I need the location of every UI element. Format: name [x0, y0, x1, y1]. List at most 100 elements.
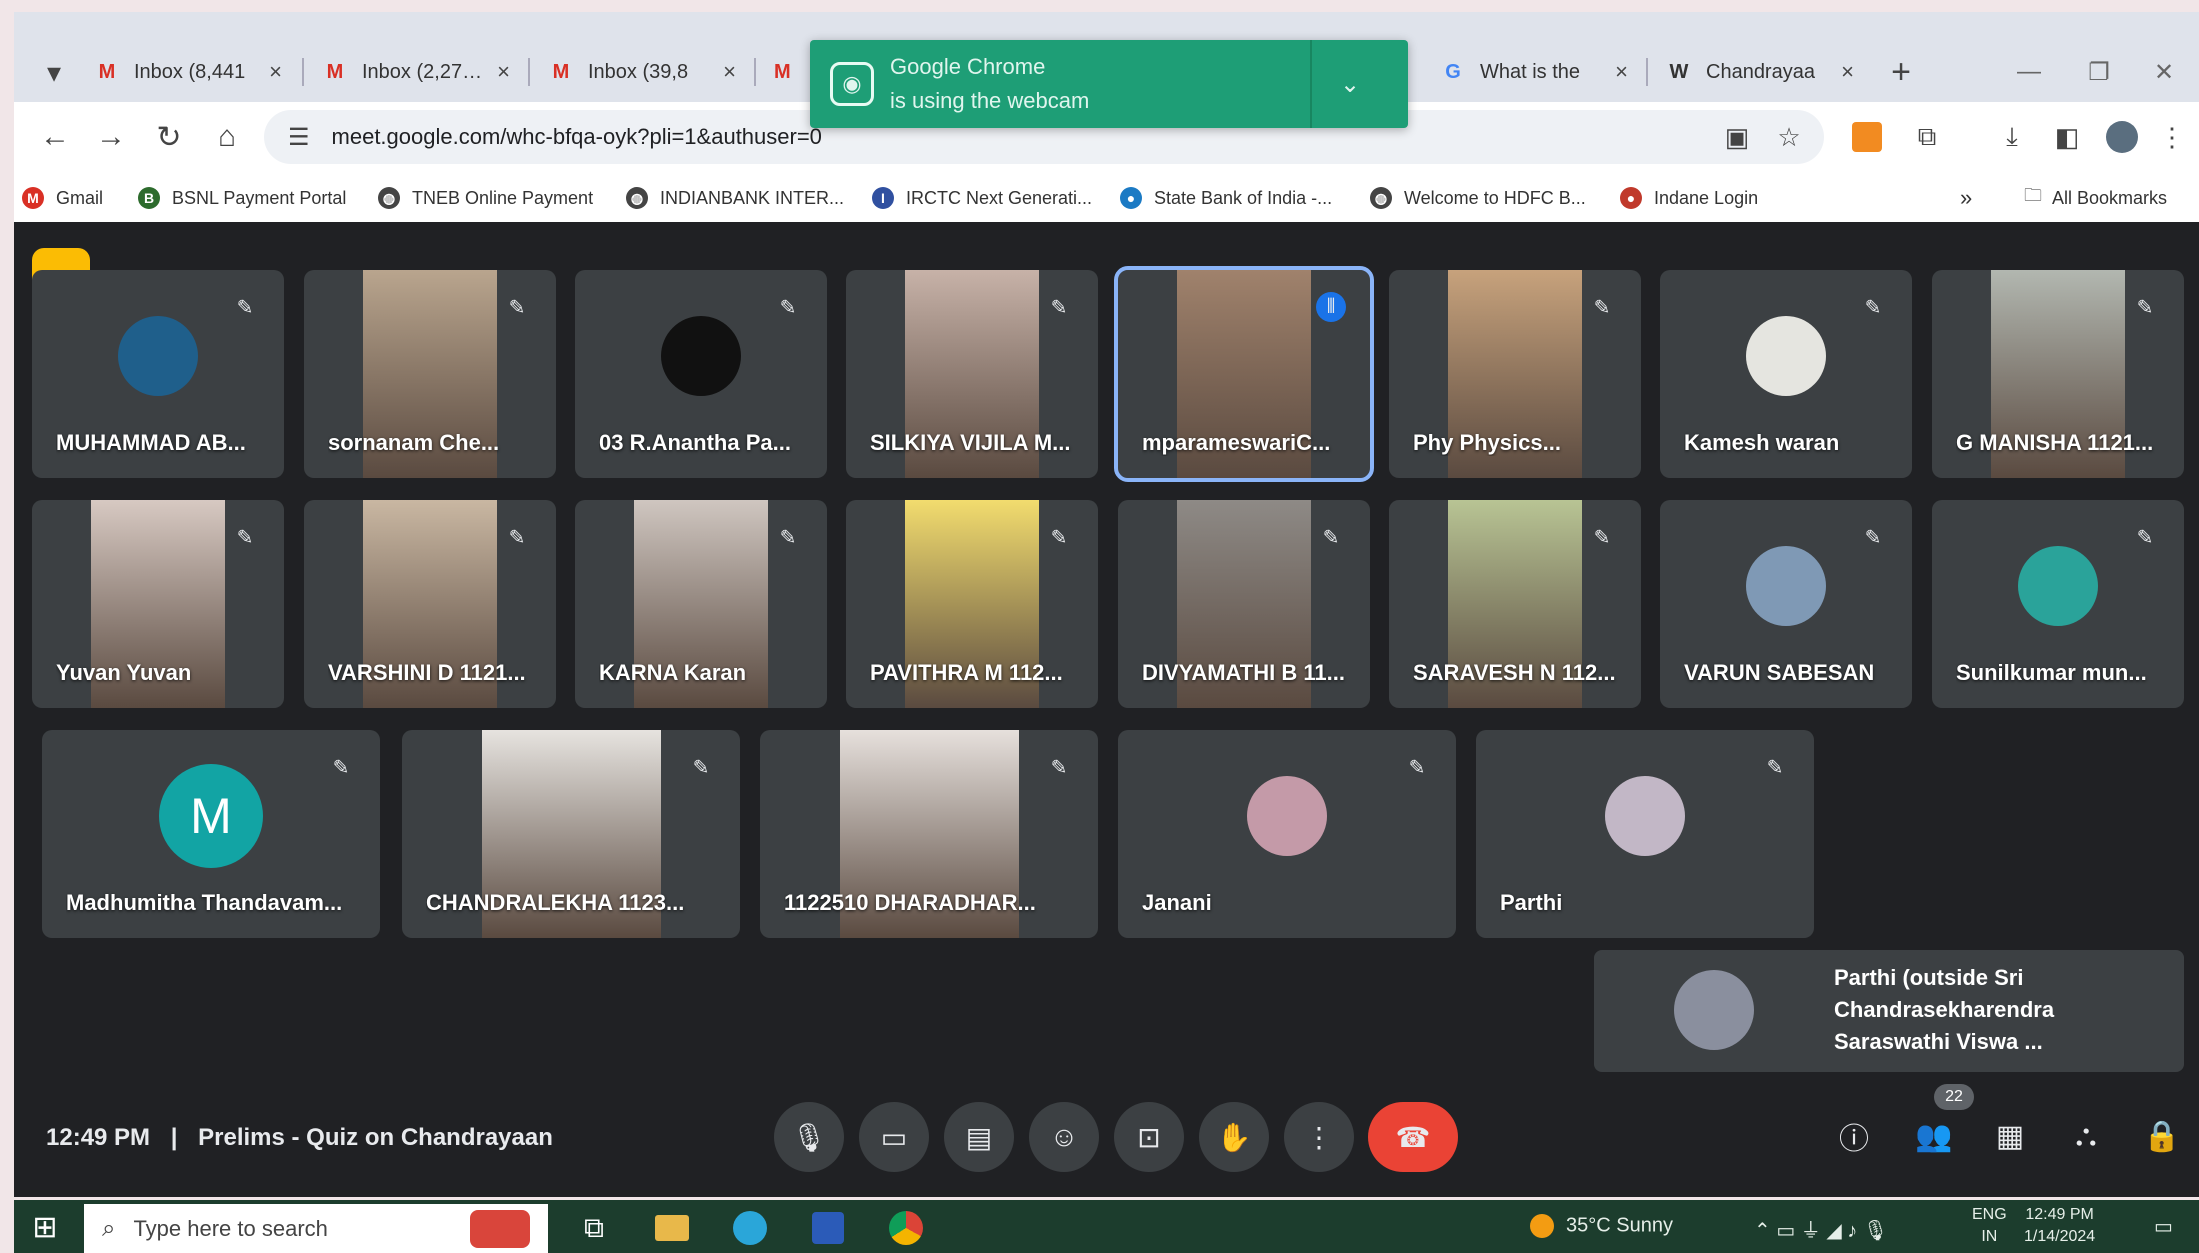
participant-tile[interactable]: ✎ CHANDRALEKHA 1123...: [402, 730, 740, 938]
bookmark-indianbank[interactable]: ◍ INDIANBANK INTER...: [626, 182, 844, 214]
bookmark-sbi[interactable]: ● State Bank of India -...: [1120, 182, 1332, 214]
participant-tile[interactable]: ✎ MUHAMMAD AB...: [32, 270, 284, 478]
mic-off-icon: ✎: [1408, 756, 1426, 779]
language-indicator[interactable]: ENG IN: [1972, 1204, 2007, 1248]
tab-wikipedia[interactable]: W Chandrayaa ×: [1650, 42, 1870, 102]
participant-tile[interactable]: ✎ Yuvan Yuvan: [32, 500, 284, 708]
participant-tile[interactable]: ✎ 1122510 DHARADHAR...: [760, 730, 1098, 938]
all-bookmarks-button[interactable]: 🗀 All Bookmarks: [2024, 182, 2167, 214]
activities-button[interactable]: ⛬: [2058, 1108, 2114, 1164]
participant-count-badge: 22: [1934, 1084, 1974, 1110]
activities-icon: ⛬: [2075, 1119, 2097, 1152]
home-icon[interactable]: ⌂: [204, 114, 250, 160]
tray-icons[interactable]: ⌃ ▭ ⏚ ◢ ♪ 🎙: [1754, 1214, 1888, 1243]
participant-tile[interactable]: ⦀ mparameswariC...: [1114, 266, 1374, 482]
camera-in-use-icon[interactable]: ▣: [1714, 114, 1760, 160]
chat-button[interactable]: ▦: [1982, 1108, 2038, 1164]
extension-icon[interactable]: [1844, 114, 1890, 160]
meeting-title[interactable]: Prelims - Quiz on Chandrayaan: [198, 1124, 553, 1151]
edge-icon[interactable]: [730, 1208, 770, 1248]
present-button[interactable]: ⊡: [1114, 1102, 1184, 1172]
participant-tile[interactable]: ✎ Kamesh waran: [1660, 270, 1912, 478]
bookmark-tneb[interactable]: ◍ TNEB Online Payment: [378, 182, 593, 214]
wikipedia-icon: W: [1669, 60, 1689, 83]
chevron-down-icon[interactable]: ⌄: [1340, 70, 1360, 99]
taskbar-search[interactable]: ⌕ Type here to search: [84, 1204, 548, 1253]
weather-text: 35°C Sunny: [1566, 1214, 1673, 1237]
participant-tile[interactable]: M ✎ Madhumitha Thandavam...: [42, 730, 380, 938]
taskbar-clock[interactable]: 12:49 PM 1/14/2024: [2024, 1204, 2095, 1248]
participant-tile[interactable]: ✎ Parthi: [1476, 730, 1814, 938]
bookmark-hdfc[interactable]: ◍ Welcome to HDFC B...: [1370, 182, 1586, 214]
participant-tile[interactable]: ✎ SARAVESH N 112...: [1389, 500, 1641, 708]
close-icon[interactable]: ×: [497, 59, 510, 85]
tab-gmail-3[interactable]: M Inbox (39,8 ×: [532, 42, 752, 102]
globe-icon: ◍: [626, 187, 648, 209]
mic-off-icon: ✎: [779, 526, 797, 549]
tab-gmail-4[interactable]: M: [758, 42, 818, 102]
host-controls-button[interactable]: 🔒: [2134, 1108, 2190, 1164]
side-panel-icon[interactable]: ◧: [2044, 114, 2090, 160]
file-explorer-icon[interactable]: [652, 1208, 692, 1248]
site-info-icon[interactable]: ☰: [288, 123, 310, 152]
minimize-icon[interactable]: —: [1994, 42, 2064, 102]
participant-tile[interactable]: ✎ VARUN SABESAN: [1660, 500, 1912, 708]
camera-button[interactable]: ▭: [859, 1102, 929, 1172]
participant-tile[interactable]: ✎ PAVITHRA M 112...: [846, 500, 1098, 708]
participant-tile[interactable]: ✎ 03 R.Anantha Pa...: [575, 270, 827, 478]
lang-text: ENG: [1972, 1206, 2007, 1223]
new-tab-button[interactable]: +: [1876, 42, 1926, 102]
leave-call-button[interactable]: ☎: [1368, 1102, 1458, 1172]
bookmark-gmail[interactable]: M Gmail: [22, 182, 103, 214]
close-icon[interactable]: ×: [269, 59, 282, 85]
more-options-button[interactable]: ⋮: [1284, 1102, 1354, 1172]
windows-start-icon[interactable]: ⊞: [28, 1210, 62, 1244]
menu-kebab-icon[interactable]: ⋮: [2149, 114, 2195, 160]
raise-hand-button[interactable]: ✋: [1199, 1102, 1269, 1172]
forward-icon[interactable]: →: [88, 114, 134, 160]
weather-widget[interactable]: 35°C Sunny: [1530, 1214, 1673, 1238]
download-icon[interactable]: ⤓: [1989, 114, 2035, 160]
tab-google-search[interactable]: G What is the ×: [1424, 42, 1644, 102]
self-view-tile[interactable]: Parthi (outside Sri Chandrasekharendra S…: [1594, 950, 2184, 1072]
participant-tile[interactable]: ✎ sornanam Che...: [304, 270, 556, 478]
reactions-button[interactable]: ☺: [1029, 1102, 1099, 1172]
back-icon[interactable]: ←: [32, 114, 78, 160]
word-icon[interactable]: [808, 1208, 848, 1248]
search-highlight-icon: [470, 1210, 530, 1248]
more-bookmarks-icon[interactable]: »: [1960, 182, 1972, 214]
tab-gmail-1[interactable]: M Inbox (8,441 ×: [78, 42, 298, 102]
close-icon[interactable]: ×: [1841, 59, 1854, 85]
participant-tile[interactable]: ✎ VARSHINI D 1121...: [304, 500, 556, 708]
chrome-icon[interactable]: [886, 1208, 926, 1248]
participant-tile[interactable]: ✎ SILKIYA VIJILA M...: [846, 270, 1098, 478]
window-close-icon[interactable]: ✕: [2129, 42, 2199, 102]
participant-tile[interactable]: ✎ DIVYAMATHI B 11...: [1118, 500, 1370, 708]
bookmark-label: Indane Login: [1654, 187, 1759, 208]
profile-avatar[interactable]: [2099, 114, 2145, 160]
bookmark-bsnl[interactable]: B BSNL Payment Portal: [138, 182, 346, 214]
webcam-notification[interactable]: ◉ Google Chrome is using the webcam ⌄: [810, 40, 1408, 128]
notification-center-icon[interactable]: ▭: [2154, 1214, 2173, 1239]
tab-search-icon[interactable]: ▾: [24, 42, 84, 102]
maximize-icon[interactable]: ❐: [2064, 42, 2134, 102]
microphone-button[interactable]: 🎙: [774, 1102, 844, 1172]
bookmark-indane[interactable]: ● Indane Login: [1620, 182, 1758, 214]
meeting-details-button[interactable]: ⓘ: [1826, 1108, 1882, 1164]
people-button[interactable]: 👥: [1906, 1108, 1962, 1164]
extensions-puzzle-icon[interactable]: ⧉: [1904, 114, 1950, 160]
close-icon[interactable]: ×: [723, 59, 736, 85]
clock-time: 12:49 PM: [2025, 1206, 2094, 1223]
participant-tile[interactable]: ✎ G MANISHA 1121...: [1932, 270, 2184, 478]
close-icon[interactable]: ×: [1615, 59, 1628, 85]
bookmark-star-icon[interactable]: ☆: [1766, 114, 1812, 160]
participant-tile[interactable]: ✎ Phy Physics...: [1389, 270, 1641, 478]
task-view-icon[interactable]: ⧉: [574, 1208, 614, 1248]
reload-icon[interactable]: ↻: [146, 114, 192, 160]
participant-tile[interactable]: ✎ Janani: [1118, 730, 1456, 938]
participant-tile[interactable]: ✎ KARNA Karan: [575, 500, 827, 708]
bookmark-irctc[interactable]: I IRCTC Next Generati...: [872, 182, 1092, 214]
tab-gmail-2[interactable]: M Inbox (2,27… ×: [306, 42, 526, 102]
captions-button[interactable]: ▤: [944, 1102, 1014, 1172]
participant-tile[interactable]: ✎ Sunilkumar mun...: [1932, 500, 2184, 708]
